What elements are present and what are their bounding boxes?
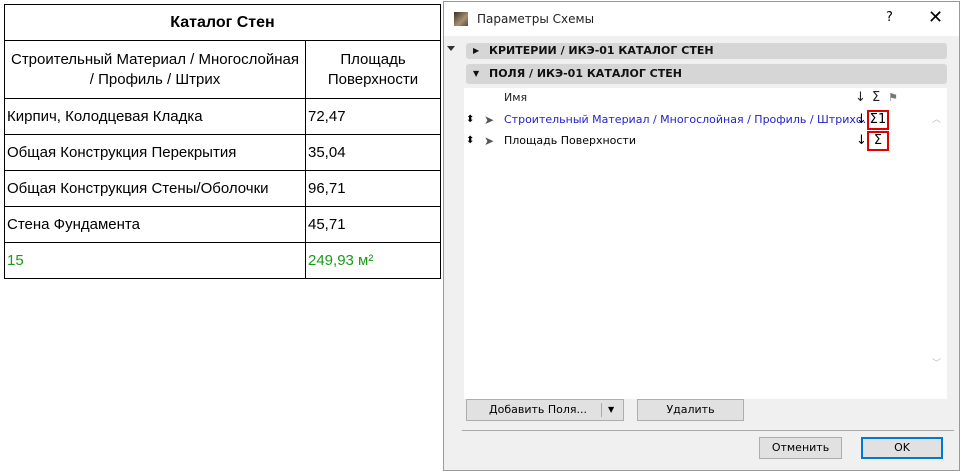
sort-column-icon[interactable]: ↓ bbox=[855, 88, 866, 108]
collapse-triangle-icon[interactable] bbox=[447, 46, 455, 51]
header-material: Строительный Материал / Многослойная / П… bbox=[4, 40, 306, 99]
scroll-down-icon[interactable]: ﹀ bbox=[932, 356, 941, 369]
move-handle-icon[interactable]: ⬍ bbox=[466, 131, 474, 151]
fields-list: Имя ↓ Σ ⚑ ⬍ ➤ Строительный Материал / Мно… bbox=[464, 88, 947, 399]
delete-button[interactable]: Удалить bbox=[637, 399, 744, 421]
cell-material: Общая Конструкция Перекрытия bbox=[4, 134, 306, 171]
sum-column-icon[interactable]: Σ bbox=[872, 88, 880, 108]
cursor-icon: ➤ bbox=[484, 113, 495, 127]
column-name[interactable]: Имя bbox=[504, 88, 527, 108]
catalog-title: Каталог Стен bbox=[4, 4, 441, 41]
expand-arrow-icon: ▶ bbox=[473, 46, 480, 55]
ok-button[interactable]: OK bbox=[861, 437, 943, 459]
table-row: Кирпич, Колодцевая Кладка 72,47 bbox=[4, 98, 441, 135]
divider bbox=[462, 430, 954, 431]
section-fields[interactable]: ▼ ПОЛЯ / ИКЭ-01 КАТАЛОГ СТЕН bbox=[466, 64, 947, 84]
cell-material: Кирпич, Колодцевая Кладка bbox=[4, 98, 306, 135]
close-button[interactable]: ✕ bbox=[928, 7, 943, 28]
total-count: 15 bbox=[4, 242, 306, 279]
section-label: КРИТЕРИИ / ИКЭ-01 КАТАЛОГ СТЕН bbox=[489, 44, 714, 57]
field-name: Площадь Поверхности bbox=[504, 134, 636, 147]
add-fields-label: Добавить Поля... bbox=[489, 403, 588, 416]
table-row: Общая Конструкция Стены/Оболочки 96,71 bbox=[4, 170, 441, 207]
section-criteria[interactable]: ▶ КРИТЕРИИ / ИКЭ-01 КАТАЛОГ СТЕН bbox=[466, 43, 947, 59]
sort-icon[interactable]: ↓ bbox=[856, 131, 867, 151]
sort-icon[interactable]: ↓ bbox=[856, 110, 867, 130]
dropdown-arrow-icon[interactable]: ▼ bbox=[608, 400, 614, 420]
table-row: Стена Фундамента 45,71 bbox=[4, 206, 441, 243]
title-bar: Параметры Схемы ? ✕ bbox=[444, 2, 959, 36]
move-handle-icon[interactable]: ⬍ bbox=[466, 110, 474, 130]
collapse-arrow-icon: ▼ bbox=[473, 69, 480, 78]
cell-material: Стена Фундамента bbox=[4, 206, 306, 243]
catalog-table: Каталог Стен Строительный Материал / Мно… bbox=[4, 4, 441, 279]
cell-area: 35,04 bbox=[305, 134, 441, 171]
list-item[interactable]: ⬍ ➤ Строительный Материал / Многослойная … bbox=[464, 110, 924, 130]
dialog-title: Параметры Схемы bbox=[477, 12, 595, 26]
sum-toggle[interactable]: Σ1 bbox=[867, 110, 889, 130]
list-item[interactable]: ⬍ ➤ Площадь Поверхности ↓ Σ bbox=[464, 131, 924, 151]
total-area: 249,93 м² bbox=[305, 242, 441, 279]
table-row: Общая Конструкция Перекрытия 35,04 bbox=[4, 134, 441, 171]
cell-area: 96,71 bbox=[305, 170, 441, 207]
scheme-settings-dialog: Параметры Схемы ? ✕ ▶ КРИТЕРИИ / ИКЭ-01 К… bbox=[443, 1, 960, 471]
add-fields-button[interactable]: Добавить Поля... ▼ bbox=[466, 399, 624, 421]
scroll-up-icon[interactable]: ︿ bbox=[932, 112, 941, 125]
cursor-icon: ➤ bbox=[484, 134, 495, 148]
help-button[interactable]: ? bbox=[886, 10, 893, 25]
cell-material: Общая Конструкция Стены/Оболочки bbox=[4, 170, 306, 207]
header-area: Площадь Поверхности bbox=[305, 40, 441, 99]
sum-toggle[interactable]: Σ bbox=[867, 131, 889, 151]
app-icon bbox=[454, 12, 468, 26]
cell-area: 72,47 bbox=[305, 98, 441, 135]
field-name: Строительный Материал / Многослойная / П… bbox=[504, 113, 874, 126]
cancel-button[interactable]: Отменить bbox=[759, 437, 842, 459]
cell-area: 45,71 bbox=[305, 206, 441, 243]
total-row: 15 249,93 м² bbox=[4, 242, 441, 279]
flag-column-icon[interactable]: ⚑ bbox=[888, 88, 898, 108]
section-label: ПОЛЯ / ИКЭ-01 КАТАЛОГ СТЕН bbox=[489, 67, 682, 80]
